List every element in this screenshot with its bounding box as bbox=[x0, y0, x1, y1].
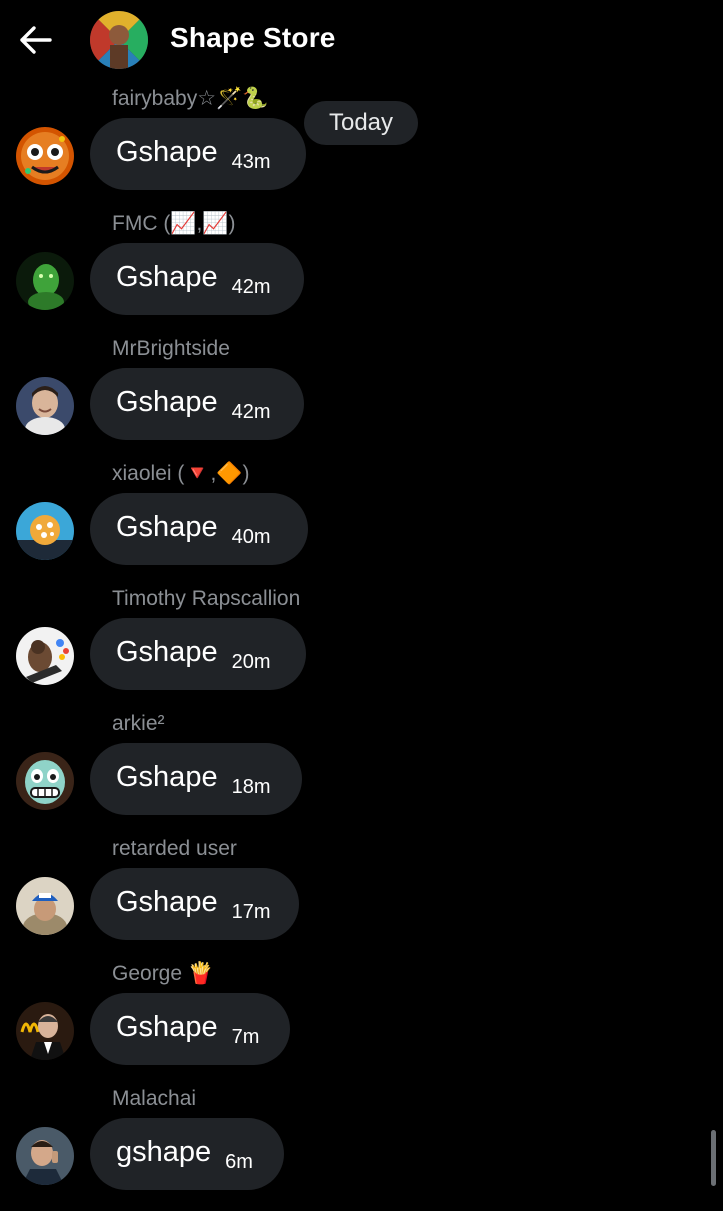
message-text: gshape bbox=[116, 1135, 212, 1168]
message-text: Gshape bbox=[116, 635, 218, 668]
message-text: Gshape bbox=[116, 135, 218, 168]
avatar[interactable] bbox=[16, 1002, 74, 1060]
message-row: retarded user Gshape 17m bbox=[0, 836, 723, 961]
sender-name[interactable]: MrBrightside bbox=[112, 336, 230, 362]
header: Shape Store bbox=[0, 0, 723, 80]
arrow-left-icon bbox=[19, 25, 53, 55]
message-bubble[interactable]: gshape 6m bbox=[90, 1118, 284, 1190]
back-button[interactable] bbox=[16, 20, 56, 60]
sender-name[interactable]: xiaolei (🔻,🔶) bbox=[112, 461, 249, 487]
message-row: FMC (📈,📈) Gshape 42m bbox=[0, 211, 723, 336]
message-row: arkie² Gshape 18m bbox=[0, 711, 723, 836]
message-time: 42m bbox=[231, 400, 271, 423]
message-text: Gshape bbox=[116, 385, 218, 418]
message-row: Timothy Rapscallion Gshape 20m bbox=[0, 586, 723, 711]
message-text: Gshape bbox=[116, 885, 218, 918]
sender-name[interactable]: George 🍟 bbox=[112, 961, 214, 987]
sender-name[interactable]: arkie² bbox=[112, 711, 165, 737]
avatar[interactable] bbox=[16, 127, 74, 185]
avatar[interactable] bbox=[16, 377, 74, 435]
message-time: 20m bbox=[231, 650, 271, 673]
message-time: 42m bbox=[231, 275, 271, 298]
message-time: 40m bbox=[231, 525, 271, 548]
message-text: Gshape bbox=[116, 1010, 218, 1043]
avatar[interactable] bbox=[16, 627, 74, 685]
message-bubble[interactable]: Gshape 7m bbox=[90, 993, 290, 1065]
message-bubble[interactable]: Gshape 42m bbox=[90, 368, 304, 440]
sender-name[interactable]: retarded user bbox=[112, 836, 237, 862]
avatar[interactable] bbox=[16, 502, 74, 560]
message-row: George 🍟 Gshape 7m bbox=[0, 961, 723, 1086]
message-bubble[interactable]: Gshape 20m bbox=[90, 618, 306, 690]
message-bubble[interactable]: Gshape 17m bbox=[90, 868, 299, 940]
sender-name[interactable]: FMC (📈,📈) bbox=[112, 211, 235, 237]
avatar[interactable] bbox=[16, 877, 74, 935]
message-bubble[interactable]: Gshape 40m bbox=[90, 493, 308, 565]
message-text: Gshape bbox=[116, 510, 218, 543]
message-text: Gshape bbox=[116, 760, 218, 793]
message-time: 6m bbox=[225, 1150, 253, 1173]
avatar[interactable] bbox=[16, 252, 74, 310]
message-time: 18m bbox=[231, 775, 271, 798]
page-title: Shape Store bbox=[170, 22, 336, 53]
avatar[interactable] bbox=[16, 752, 74, 810]
message-row: xiaolei (🔻,🔶) Gshape 40m bbox=[0, 461, 723, 586]
date-divider: Today bbox=[304, 101, 418, 145]
sender-name[interactable]: fairybaby☆🪄🐍 bbox=[112, 86, 268, 112]
scrollbar[interactable] bbox=[711, 1130, 716, 1186]
message-text: Gshape bbox=[116, 260, 218, 293]
sender-name[interactable]: Timothy Rapscallion bbox=[112, 586, 300, 612]
message-row: Malachai gshape 6m bbox=[0, 1086, 723, 1211]
message-time: 17m bbox=[231, 900, 271, 923]
sender-name[interactable]: Malachai bbox=[112, 1086, 196, 1112]
message-bubble[interactable]: Gshape 18m bbox=[90, 743, 302, 815]
group-avatar[interactable] bbox=[90, 11, 148, 69]
message-row: MrBrightside Gshape 42m bbox=[0, 336, 723, 461]
message-time: 7m bbox=[231, 1025, 260, 1048]
message-bubble[interactable]: Gshape 43m bbox=[90, 118, 306, 190]
message-time: 43m bbox=[231, 150, 271, 173]
message-bubble[interactable]: Gshape 42m bbox=[90, 243, 304, 315]
avatar[interactable] bbox=[16, 1127, 74, 1185]
